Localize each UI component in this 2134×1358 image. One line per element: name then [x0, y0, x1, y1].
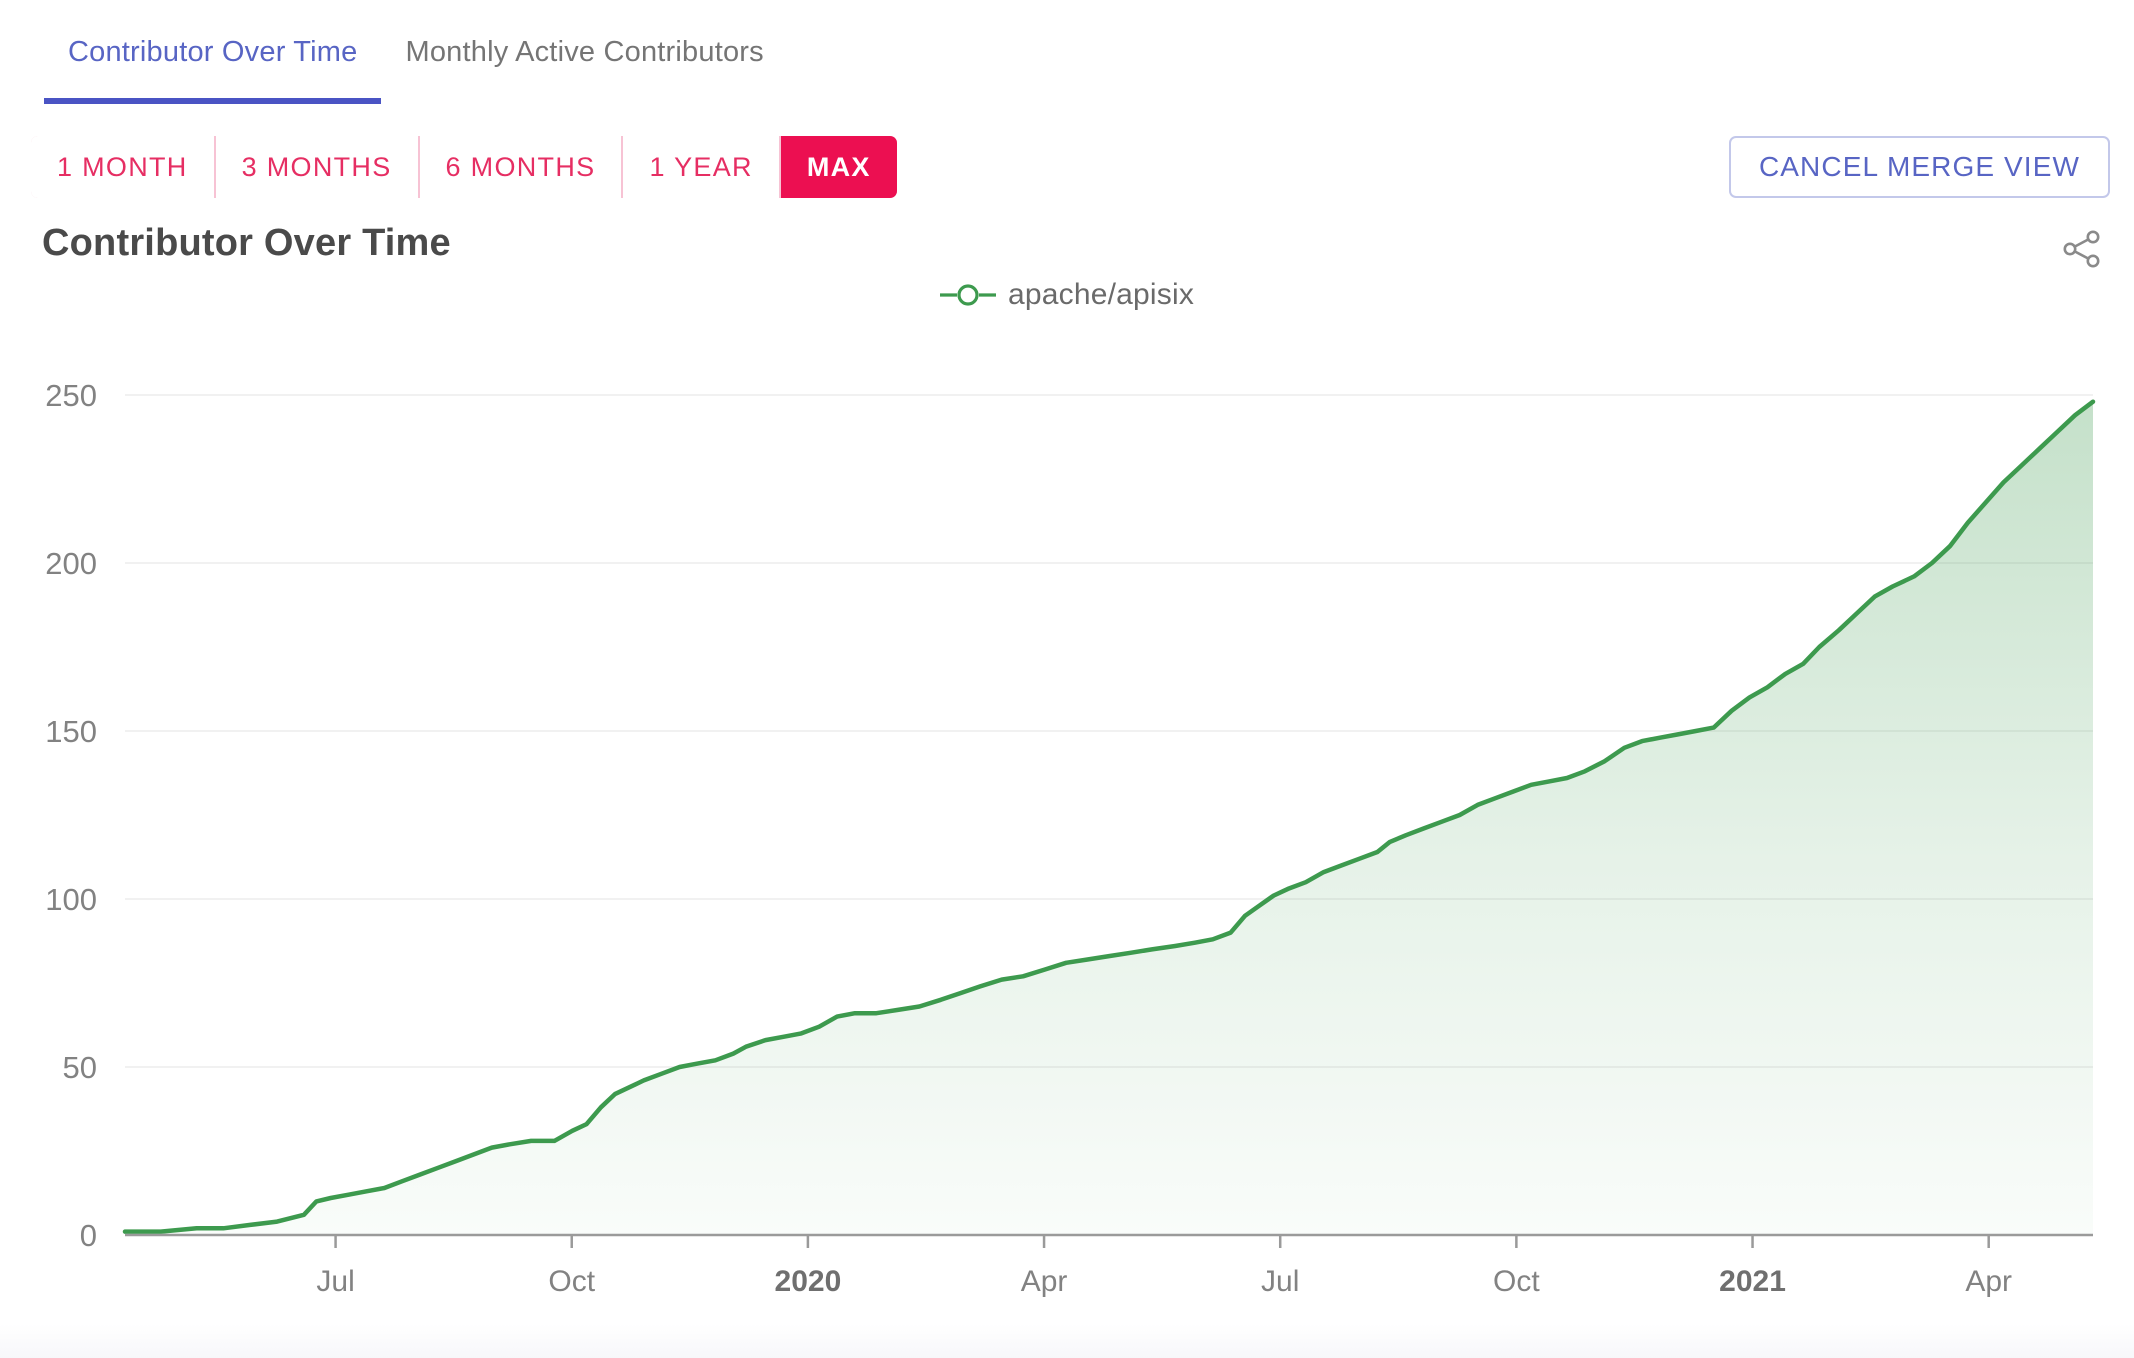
svg-text:Apr: Apr [1965, 1265, 2012, 1298]
chart-area: 0 50 100 150 200 250 Jul Oct 2020 Apr Jul Oct 2021 A… [0, 330, 2134, 1330]
range-button-3-months[interactable]: 3 MONTHS [215, 136, 420, 198]
range-button-1-year[interactable]: 1 YEAR [623, 136, 781, 198]
chart-axis [125, 1233, 2093, 1248]
chart-legend: apache/apisix [0, 278, 2134, 312]
svg-text:50: 50 [63, 1050, 97, 1085]
svg-text:Jul: Jul [316, 1265, 354, 1298]
contributor-over-time-chart[interactable]: 0 50 100 150 200 250 Jul Oct 2020 Apr Jul Oct 2021 A… [0, 330, 2134, 1330]
range-button-1-month[interactable]: 1 MONTH [31, 136, 216, 198]
chart-y-tick-labels: 0 50 100 150 200 250 [45, 378, 97, 1253]
cancel-merge-view-button[interactable]: CANCEL MERGE VIEW [1728, 136, 2110, 198]
svg-text:200: 200 [45, 546, 97, 581]
time-range-button-group: 1 MONTH 3 MONTHS 6 MONTHS 1 YEAR MAX [31, 136, 897, 198]
tabbar: Contributor Over Time Monthly Active Con… [0, 0, 2134, 104]
svg-text:100: 100 [45, 882, 97, 917]
chart-x-tick-labels: Jul Oct 2020 Apr Jul Oct 2021 Apr [316, 1265, 2012, 1298]
legend-item-apache-apisix[interactable]: apache/apisix [939, 278, 1195, 312]
svg-text:2021: 2021 [1719, 1265, 1786, 1298]
range-button-6-months[interactable]: 6 MONTHS [419, 136, 624, 198]
page-title: Contributor Over Time [42, 222, 451, 264]
range-button-max[interactable]: MAX [780, 136, 897, 198]
svg-text:Apr: Apr [1021, 1265, 1068, 1298]
svg-text:2020: 2020 [775, 1265, 842, 1298]
tab-monthly-active-contributors[interactable]: Monthly Active Contributors [381, 0, 787, 104]
svg-text:150: 150 [45, 714, 97, 749]
contributor-chart-page: Contributor Over Time Monthly Active Con… [0, 0, 2134, 1358]
share-icon[interactable] [2060, 226, 2106, 272]
svg-text:Oct: Oct [1493, 1265, 1540, 1298]
tab-contributor-over-time[interactable]: Contributor Over Time [44, 0, 382, 104]
chart-area-fill [125, 401, 2093, 1235]
svg-text:Oct: Oct [548, 1265, 595, 1298]
legend-label: apache/apisix [1007, 278, 1195, 311]
legend-marker-icon [939, 284, 996, 306]
footer-band [0, 1324, 2134, 1358]
controls-row: 1 MONTH 3 MONTHS 6 MONTHS 1 YEAR MAX CAN… [0, 136, 2134, 204]
svg-text:Jul: Jul [1261, 1265, 1299, 1298]
svg-text:250: 250 [45, 378, 97, 413]
svg-text:0: 0 [80, 1218, 97, 1253]
